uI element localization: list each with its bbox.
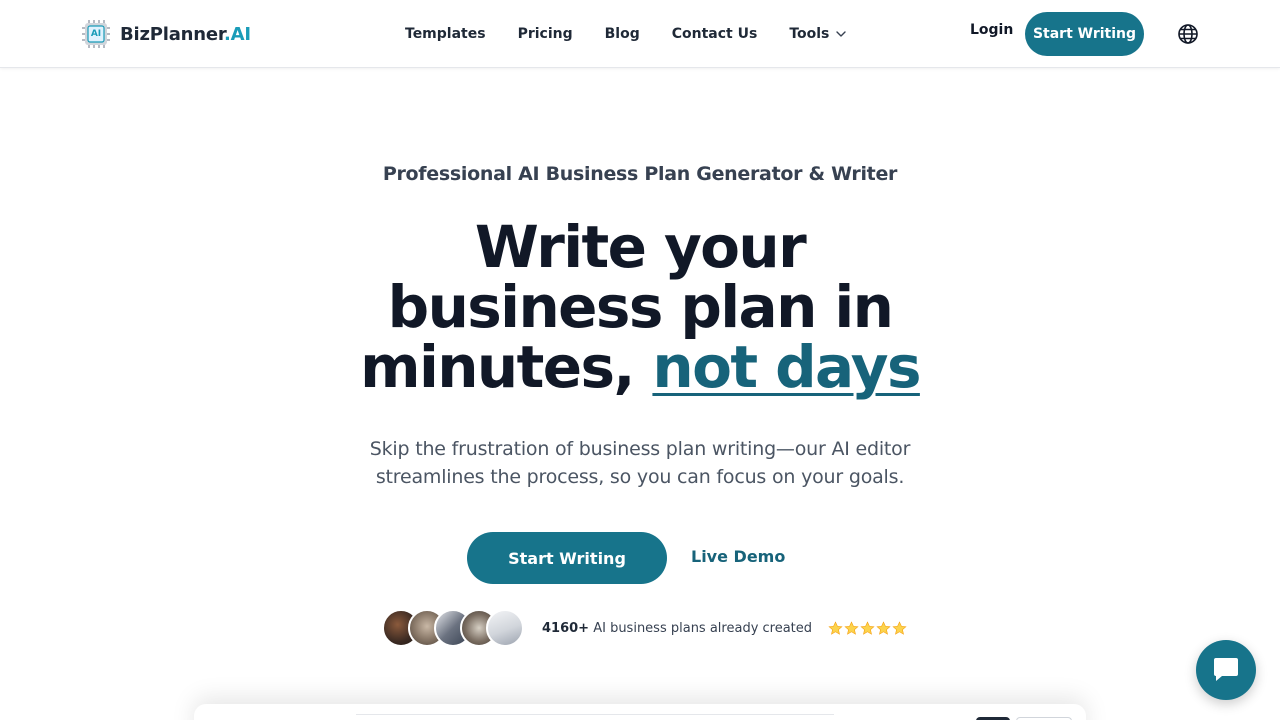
plans-created-text: 4160+ AI business plans already created xyxy=(542,621,812,636)
site-header: AI BizPlanner.AI Templates Pricing Blog … xyxy=(0,0,1280,68)
star-icon xyxy=(876,620,891,635)
star-icon xyxy=(844,620,859,635)
chip-icon: AI xyxy=(80,18,112,50)
chevron-down-icon xyxy=(836,31,847,37)
brand-name: BizPlanner.AI xyxy=(120,24,251,45)
hero-start-writing-button[interactable]: Start Writing xyxy=(467,532,667,584)
product-preview xyxy=(194,704,1086,720)
hero-eyebrow: Professional AI Business Plan Generator … xyxy=(382,163,898,185)
globe-icon[interactable] xyxy=(1176,22,1200,46)
headline-accent: not days xyxy=(652,333,921,401)
nav-item-pricing[interactable]: Pricing xyxy=(518,26,573,42)
logo-badge: AI xyxy=(90,29,102,39)
nav-item-tools[interactable]: Tools xyxy=(789,26,847,42)
nav-item-blog[interactable]: Blog xyxy=(605,26,640,42)
header-start-writing-button[interactable]: Start Writing xyxy=(1025,12,1144,56)
hero-subtext: Skip the frustration of business plan wr… xyxy=(369,438,911,488)
nav-item-contact-us[interactable]: Contact Us xyxy=(672,26,758,42)
avatar-stack xyxy=(382,608,528,648)
avatar xyxy=(486,609,524,647)
rating-stars xyxy=(828,620,907,636)
star-icon xyxy=(828,620,843,635)
star-icon xyxy=(860,620,875,635)
preview-editor-area xyxy=(356,714,834,720)
plans-count: 4160+ xyxy=(542,620,590,636)
login-link[interactable]: Login xyxy=(970,22,1013,38)
brand-name-suffix: .AI xyxy=(224,23,251,45)
chat-launcher-button[interactable] xyxy=(1196,640,1256,700)
hero-headline: Write your business plan in minutes, not… xyxy=(340,217,940,397)
live-demo-link[interactable]: Live Demo xyxy=(691,547,785,566)
star-icon xyxy=(892,620,907,635)
social-proof: 4160+ AI business plans already created xyxy=(382,608,907,648)
chat-bubble-icon xyxy=(1214,658,1238,681)
brand-logo[interactable]: AI BizPlanner.AI xyxy=(80,17,251,51)
nav-item-tools-label: Tools xyxy=(789,26,830,42)
nav-item-templates[interactable]: Templates xyxy=(405,26,486,42)
brand-name-main: BizPlanner xyxy=(120,23,225,45)
plans-label: AI business plans already created xyxy=(589,620,813,636)
main-nav: Templates Pricing Blog Contact Us Tools xyxy=(405,22,847,46)
